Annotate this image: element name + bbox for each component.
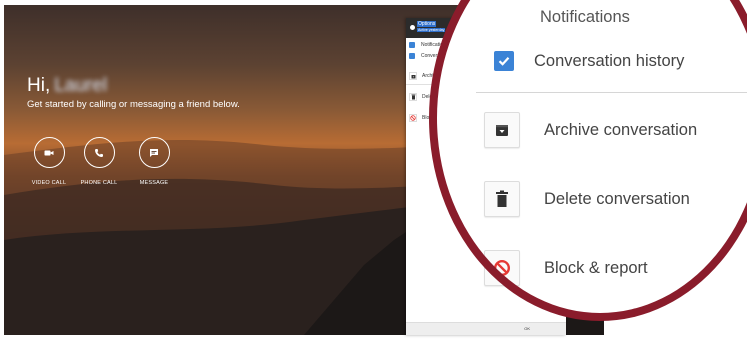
user-name: Laurel <box>54 75 108 96</box>
mag-notifications-label: Notifications <box>540 8 630 26</box>
mag-archive-item[interactable]: Archive conversation <box>484 112 697 148</box>
screen: Hi, Laurel Get started by calling or mess… <box>0 0 747 339</box>
checkbox-checked-icon[interactable] <box>494 51 514 71</box>
archive-icon <box>496 125 508 136</box>
options-panel-footer: OK <box>406 322 566 335</box>
message-action[interactable]: MESSAGE <box>119 137 189 186</box>
mag-divider <box>476 92 747 93</box>
greeting-heading: Hi, Laurel <box>27 75 107 97</box>
mag-archive-label: Archive conversation <box>544 120 698 139</box>
archive-icon <box>409 72 417 80</box>
chat-bubble-icon <box>150 148 158 157</box>
delete-button[interactable] <box>484 181 520 217</box>
checkbox-checked-icon[interactable] <box>409 42 415 48</box>
phone-icon <box>95 148 103 157</box>
message-label: MESSAGE <box>139 180 169 186</box>
video-camera-icon <box>44 150 54 155</box>
mag-block-label: Block & report <box>544 258 648 277</box>
panel-block-item[interactable]: Block <box>409 114 434 122</box>
mag-delete-item[interactable]: Delete conversation <box>484 181 690 217</box>
mag-conversation-history-item[interactable]: Conversation history <box>494 51 684 71</box>
mag-delete-label: Delete conversation <box>544 189 690 208</box>
block-icon <box>493 259 511 277</box>
checkbox-checked-icon[interactable] <box>409 53 415 59</box>
greeting-subtitle: Get started by calling or messaging a fr… <box>27 99 240 110</box>
options-title: Options <box>417 21 437 27</box>
block-icon <box>409 114 417 122</box>
phone-call-button[interactable] <box>83 137 115 168</box>
video-call-button[interactable] <box>33 137 65 168</box>
mag-notifications-item[interactable]: Notifications <box>540 8 630 27</box>
trash-icon <box>496 190 508 207</box>
mag-block-item[interactable]: Block & report <box>484 250 648 286</box>
archive-button[interactable] <box>484 112 520 148</box>
ok-button[interactable]: OK <box>524 326 530 331</box>
trash-icon <box>409 93 417 101</box>
block-button[interactable] <box>484 250 520 286</box>
options-subtitle: Active yesterday <box>417 28 446 32</box>
greeting-hi: Hi, <box>27 75 51 96</box>
mag-conversation-history-label: Conversation history <box>534 51 685 70</box>
message-button[interactable] <box>138 137 170 168</box>
status-dot-icon <box>410 25 415 30</box>
